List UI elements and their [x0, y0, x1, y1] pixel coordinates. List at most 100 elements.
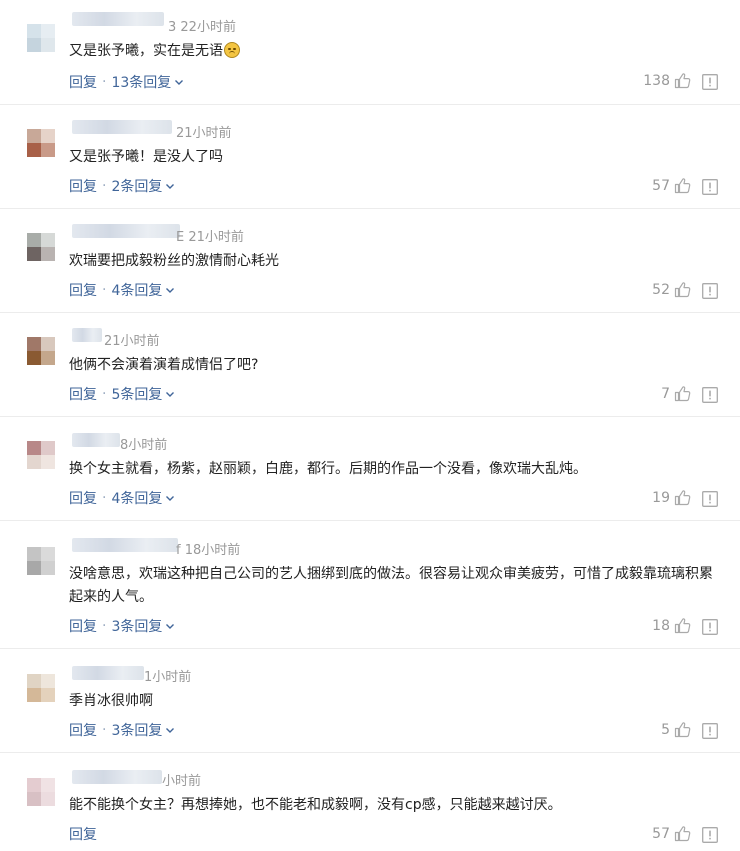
view-replies-button[interactable]: 13条回复: [111, 72, 171, 92]
avatar[interactable]: [27, 129, 55, 157]
like-control[interactable]: 18: [652, 617, 691, 634]
reply-button[interactable]: 回复: [69, 280, 97, 300]
view-replies-button[interactable]: 2条回复: [111, 176, 162, 196]
like-count: 57: [652, 825, 670, 842]
like-control[interactable]: 5: [661, 721, 691, 738]
thumbs-up-icon[interactable]: [674, 489, 691, 506]
reply-bar: 回复 · 4条回复: [69, 280, 176, 300]
comment-text-value: 没啥意思，欢瑞这种把自己公司的艺人捆绑到底的做法。很容易让观众审美疲劳，可惜了成…: [69, 566, 713, 605]
chevron-down-icon[interactable]: [164, 724, 176, 736]
thumbs-up-icon[interactable]: [674, 281, 691, 298]
comment-text: 又是张予曦，实在是无语: [69, 40, 719, 63]
like-control[interactable]: 57: [652, 825, 691, 842]
separator: ·: [102, 722, 107, 738]
view-replies-button[interactable]: 5条回复: [111, 384, 162, 404]
username-redacted[interactable]: [72, 770, 162, 784]
like-control[interactable]: 138: [643, 72, 691, 89]
report-icon[interactable]: [702, 179, 718, 195]
reply-button[interactable]: 回复: [69, 488, 97, 508]
comment-item: 3 22小时前 又是张予曦，实在是无语 回复 · 13条回复 138: [0, 0, 740, 105]
comment-text: 他俩不会演着演着成情侣了吧?: [69, 354, 719, 377]
comment-time: f 18小时前: [176, 543, 241, 558]
like-control[interactable]: 19: [652, 489, 691, 506]
reply-button[interactable]: 回复: [69, 824, 97, 844]
avatar[interactable]: [27, 337, 55, 365]
like-count: 138: [643, 72, 670, 89]
chevron-down-icon[interactable]: [164, 388, 176, 400]
like-count: 18: [652, 617, 670, 634]
disappointed-face-icon: [224, 42, 240, 58]
thumbs-up-icon[interactable]: [674, 721, 691, 738]
comment-time: 21小时前: [104, 334, 160, 349]
comment-text-value: 又是张予曦！是没人了吗: [69, 149, 223, 165]
separator: ·: [102, 74, 107, 90]
chevron-down-icon[interactable]: [164, 284, 176, 296]
reply-bar: 回复 · 3条回复: [69, 616, 176, 636]
username-redacted[interactable]: [72, 433, 120, 447]
report-icon[interactable]: [702, 723, 718, 739]
comment-text-value: 季肖冰很帅啊: [69, 693, 153, 709]
avatar[interactable]: [27, 24, 55, 52]
like-control[interactable]: 52: [652, 281, 691, 298]
reply-button[interactable]: 回复: [69, 72, 97, 92]
comment-item: 小时前能不能换个女主？再想捧她，也不能老和成毅啊，没有cp感，只能越来越讨厌。回…: [0, 753, 740, 851]
comment-text-value: 换个女主就看，杨紫，赵丽颖，白鹿，都行。后期的作品一个没看，像欢瑞大乱炖。: [69, 461, 587, 477]
like-count: 52: [652, 281, 670, 298]
thumbs-up-icon[interactable]: [674, 617, 691, 634]
avatar[interactable]: [27, 778, 55, 806]
separator: ·: [102, 490, 107, 506]
comment-text: 换个女主就看，杨紫，赵丽颖，白鹿，都行。后期的作品一个没看，像欢瑞大乱炖。: [69, 458, 719, 481]
separator: ·: [102, 386, 107, 402]
avatar[interactable]: [27, 674, 55, 702]
chevron-down-icon[interactable]: [164, 180, 176, 192]
avatar[interactable]: [27, 547, 55, 575]
comment-time: 21小时前: [176, 126, 232, 141]
view-replies-button[interactable]: 4条回复: [111, 280, 162, 300]
username-redacted[interactable]: [72, 666, 144, 680]
thumbs-up-icon[interactable]: [674, 385, 691, 402]
report-icon[interactable]: [702, 619, 718, 635]
thumbs-up-icon[interactable]: [674, 72, 691, 89]
reply-bar: 回复 · 2条回复: [69, 176, 176, 196]
comment-time: 8小时前: [120, 438, 168, 453]
view-replies-button[interactable]: 3条回复: [111, 616, 162, 636]
chevron-down-icon[interactable]: [173, 76, 185, 88]
avatar[interactable]: [27, 441, 55, 469]
reply-button[interactable]: 回复: [69, 616, 97, 636]
username-redacted[interactable]: [72, 328, 102, 342]
report-icon[interactable]: [702, 74, 718, 90]
view-replies-button[interactable]: 4条回复: [111, 488, 162, 508]
thumbs-up-icon[interactable]: [674, 177, 691, 194]
report-icon[interactable]: [702, 387, 718, 403]
chevron-down-icon[interactable]: [164, 620, 176, 632]
like-control[interactable]: 7: [661, 385, 691, 402]
thumbs-up-icon[interactable]: [674, 825, 691, 842]
reply-button[interactable]: 回复: [69, 720, 97, 740]
reply-button[interactable]: 回复: [69, 176, 97, 196]
comment-text-value: 能不能换个女主？再想捧她，也不能老和成毅啊，没有cp感，只能越来越讨厌。: [69, 797, 562, 813]
comment-item: 1小时前 季肖冰很帅啊 回复 · 3条回复 5: [0, 649, 740, 753]
comment-text: 没啥意思，欢瑞这种把自己公司的艺人捆绑到底的做法。很容易让观众审美疲劳，可惜了成…: [69, 563, 719, 609]
report-icon[interactable]: [702, 827, 718, 843]
comment-time: 小时前: [162, 774, 202, 789]
username-redacted[interactable]: [72, 538, 178, 552]
reply-button[interactable]: 回复: [69, 384, 97, 404]
reply-bar: 回复 · 4条回复: [69, 488, 176, 508]
comment-text: 又是张予曦！是没人了吗: [69, 146, 719, 169]
username-redacted[interactable]: [72, 224, 180, 238]
like-control[interactable]: 57: [652, 177, 691, 194]
like-count: 5: [661, 721, 670, 738]
report-icon[interactable]: [702, 491, 718, 507]
comment-text: 欢瑞要把成毅粉丝的激情耐心耗光: [69, 250, 719, 273]
view-replies-button[interactable]: 3条回复: [111, 720, 162, 740]
username-redacted[interactable]: [72, 12, 164, 26]
comment-list: 3 22小时前 又是张予曦，实在是无语 回复 · 13条回复 138 21小时前 又是张予曦！…: [0, 0, 740, 851]
avatar[interactable]: [27, 233, 55, 261]
username-redacted[interactable]: [72, 120, 172, 134]
comment-item: E 21小时前 欢瑞要把成毅粉丝的激情耐心耗光 回复 · 4条回复 52: [0, 209, 740, 313]
comment-item: 21小时前又是张予曦！是没人了吗回复 · 2条回复 57: [0, 105, 740, 209]
chevron-down-icon[interactable]: [164, 492, 176, 504]
like-count: 57: [652, 177, 670, 194]
report-icon[interactable]: [702, 283, 718, 299]
like-count: 19: [652, 489, 670, 506]
